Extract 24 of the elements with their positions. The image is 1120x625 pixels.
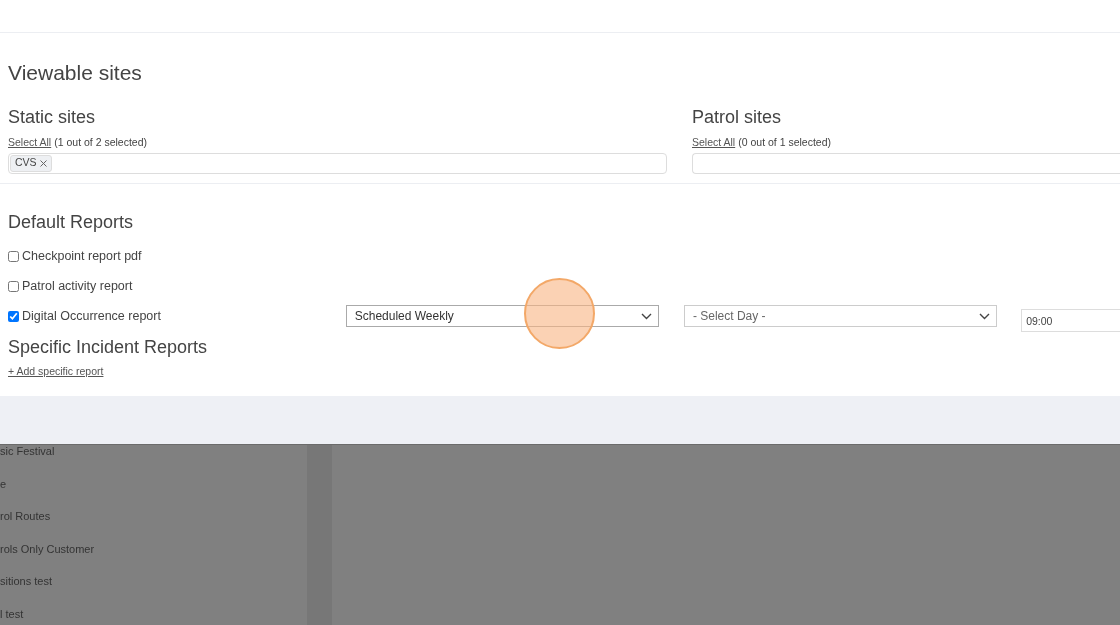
caret-icon [640, 312, 652, 320]
select-all-link[interactable]: Select All [692, 134, 736, 151]
select-all-link[interactable]: Select All [8, 134, 52, 151]
report-label: Digital Occurrence report [22, 307, 161, 325]
section-heading: Default Reports [8, 211, 135, 234]
site-tag[interactable]: CVS [10, 154, 52, 172]
report-label: Patrol activity report [22, 277, 133, 295]
subsection-heading: Patrol sites [692, 107, 783, 129]
day-select[interactable]: - Select Day - [683, 305, 998, 328]
time-field[interactable]: 09:00 [1021, 308, 1120, 332]
checkbox[interactable] [8, 250, 19, 262]
checkbox[interactable] [8, 280, 19, 292]
selection-count: (1 out of 2 selected) [54, 134, 147, 150]
remove-icon[interactable] [39, 159, 47, 167]
checkbox[interactable] [8, 310, 19, 322]
add-report-link[interactable]: + Add specific report [8, 363, 104, 380]
section-heading: Specific Incident Reports [8, 337, 209, 359]
report-label: Checkpoint report pdf [22, 247, 142, 265]
multi-select-field[interactable]: CVS [8, 152, 667, 174]
section-heading: Viewable sites [8, 60, 143, 86]
schedule-select[interactable]: Scheduled Weekly [345, 305, 659, 328]
caret-icon [979, 312, 991, 320]
selection-count: (0 out of 1 selected) [738, 134, 831, 150]
subsection-heading: Static sites [8, 107, 97, 129]
